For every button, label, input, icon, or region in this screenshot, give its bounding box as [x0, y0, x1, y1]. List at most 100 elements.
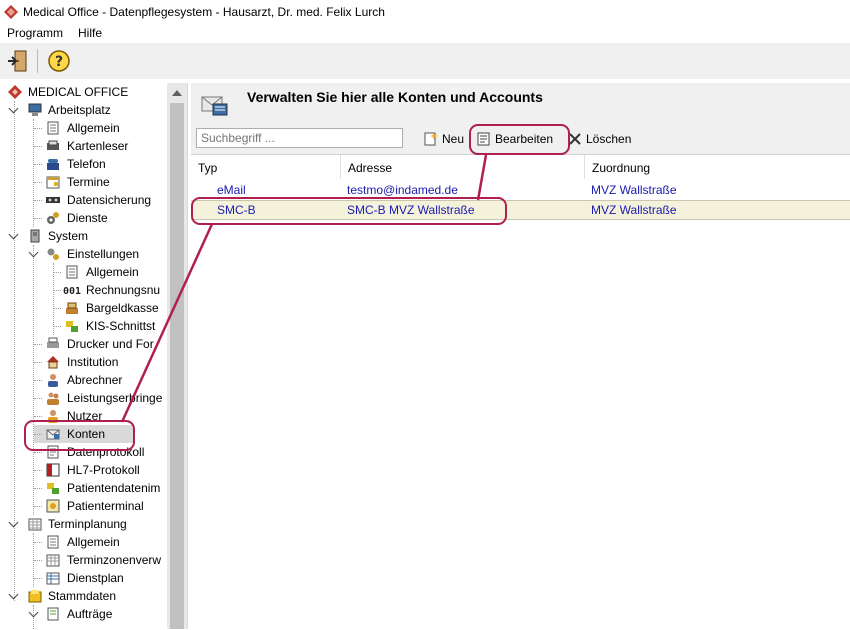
cell-zuordnung: MVZ Wallstraße: [591, 203, 677, 217]
import-icon: [47, 483, 59, 494]
tree-line: [53, 263, 54, 335]
menu-programm[interactable]: Programm: [7, 26, 63, 40]
chevron-down-icon[interactable]: [8, 229, 19, 240]
help-icon[interactable]: ?: [46, 48, 72, 74]
computer-icon: [28, 103, 42, 116]
title-bar: Medical Office - Datenpflegesystem - Hau…: [0, 0, 850, 24]
exit-door-icon[interactable]: [6, 48, 32, 74]
cell-typ: eMail: [217, 183, 246, 197]
hl7-icon: [46, 463, 60, 477]
tree-root-label: MEDICAL OFFICE: [28, 85, 129, 99]
tree-item-label: Drucker und For: [67, 337, 154, 351]
cell-zuordnung: MVZ Wallstraße: [591, 183, 677, 197]
tree-scrollbar[interactable]: [167, 83, 187, 629]
tree-connector: [34, 578, 42, 579]
navigation-tree: MEDICAL OFFICE Arbeitsplatz Allgemein Ka…: [0, 83, 188, 629]
new-button[interactable]: Neu: [421, 128, 469, 150]
tree-connector: [34, 452, 42, 453]
tree-connector: [34, 182, 42, 183]
app-logo-icon: [4, 5, 18, 19]
tree-connector: [34, 362, 42, 363]
accounts-header-icon: [201, 96, 228, 116]
delete-button[interactable]: Löschen: [565, 128, 637, 150]
column-header-label: Adresse: [348, 161, 393, 175]
tree-item-label: Bargeldkasse: [86, 301, 159, 315]
svg-text:?: ?: [55, 54, 63, 70]
cash-register-icon: [66, 302, 78, 314]
backup-tape-icon: [46, 197, 60, 203]
tree-connector: [34, 488, 42, 489]
tree-item-label: Rechnungsnu: [86, 283, 161, 297]
tree-connector: [34, 200, 42, 201]
column-header-typ[interactable]: Typ: [191, 155, 341, 179]
tree-node-label: Terminplanung: [48, 517, 127, 531]
chevron-down-icon[interactable]: [8, 517, 19, 528]
column-header-label: Typ: [198, 161, 218, 175]
roster-icon: [46, 572, 60, 585]
highlight-selected-row: [191, 197, 507, 225]
tree-connector: [34, 398, 42, 399]
tree-connector: [34, 560, 42, 561]
person-icon: [48, 374, 58, 387]
accounts-table: Typ Adresse Zuordnung eMail testmo@indam…: [191, 154, 850, 630]
new-document-icon: [424, 132, 438, 146]
tree-item-label: Patientendatenim: [67, 481, 161, 495]
document-icon: [47, 535, 59, 549]
interface-plug-icon: [66, 321, 78, 332]
toolbar: ?: [0, 43, 850, 79]
highlight-konten-item: [24, 420, 135, 451]
chevron-down-icon[interactable]: [8, 589, 19, 600]
tree-node-label: Aufträge: [67, 607, 113, 621]
scroll-thumb[interactable]: [170, 103, 184, 629]
orders-icon: [47, 607, 59, 621]
tree-node-label: Einstellungen: [67, 247, 140, 261]
tree-node-label: Stammdaten: [48, 589, 117, 603]
tree-connector: [53, 290, 61, 291]
menu-bar: Programm Hilfe: [0, 24, 850, 44]
calendar-icon: [46, 176, 60, 189]
tree-connector: [34, 146, 42, 147]
tree-item-label: Institution: [67, 355, 119, 369]
tree-connector: [34, 218, 42, 219]
calendar-grid-icon: [46, 554, 60, 567]
tree-connector: [34, 128, 42, 129]
tree-item-label: Allgemein: [67, 121, 120, 135]
tree-item-label: Terminzonenverw: [67, 553, 162, 567]
printer-icon: [47, 337, 59, 348]
tree-connector: [34, 470, 42, 471]
search-input[interactable]: [196, 128, 403, 148]
person-group-icon: [47, 392, 59, 405]
tree-connector: [34, 380, 42, 381]
number-001-icon: 001: [63, 286, 81, 297]
tree-item-label: Telefon: [67, 157, 106, 171]
document-icon: [66, 265, 78, 279]
accounts-panel: Verwalten Sie hier alle Konten und Accou…: [191, 83, 850, 630]
medical-office-logo-icon: [8, 85, 22, 99]
settings-gears-icon: [47, 248, 59, 260]
tree-connector: [34, 344, 42, 345]
column-header-zuordnung[interactable]: Zuordnung: [585, 155, 850, 179]
house-icon: [47, 356, 59, 369]
tree-item-label: Allgemein: [67, 535, 120, 549]
new-button-label: Neu: [442, 132, 465, 146]
cell-adresse: testmo@indamed.de: [347, 183, 458, 197]
tree-connector: [34, 164, 42, 165]
tree-item-label: Datensicherung: [67, 193, 152, 207]
window-title: Medical Office - Datenpflegesystem - Hau…: [23, 5, 385, 19]
tree-item-label: Kartenleser: [67, 139, 129, 153]
document-icon: [47, 121, 59, 135]
tree-item-label: KIS-Schnittst: [86, 319, 156, 333]
chevron-down-icon[interactable]: [8, 103, 19, 114]
chevron-down-icon[interactable]: [28, 247, 39, 258]
scroll-up-arrow-icon[interactable]: [172, 90, 182, 96]
calendar-grid-icon: [28, 518, 42, 531]
column-header-adresse[interactable]: Adresse: [341, 155, 585, 179]
tree-item-label: Patienterminal: [67, 499, 144, 513]
master-data-icon: [28, 590, 42, 603]
tree-connector: [53, 326, 61, 327]
tree-item-label: Dienstplan: [67, 571, 124, 585]
gear-icon: [47, 212, 59, 224]
menu-hilfe[interactable]: Hilfe: [78, 26, 102, 40]
chevron-down-icon[interactable]: [28, 607, 39, 618]
column-header-label: Zuordnung: [592, 161, 651, 175]
